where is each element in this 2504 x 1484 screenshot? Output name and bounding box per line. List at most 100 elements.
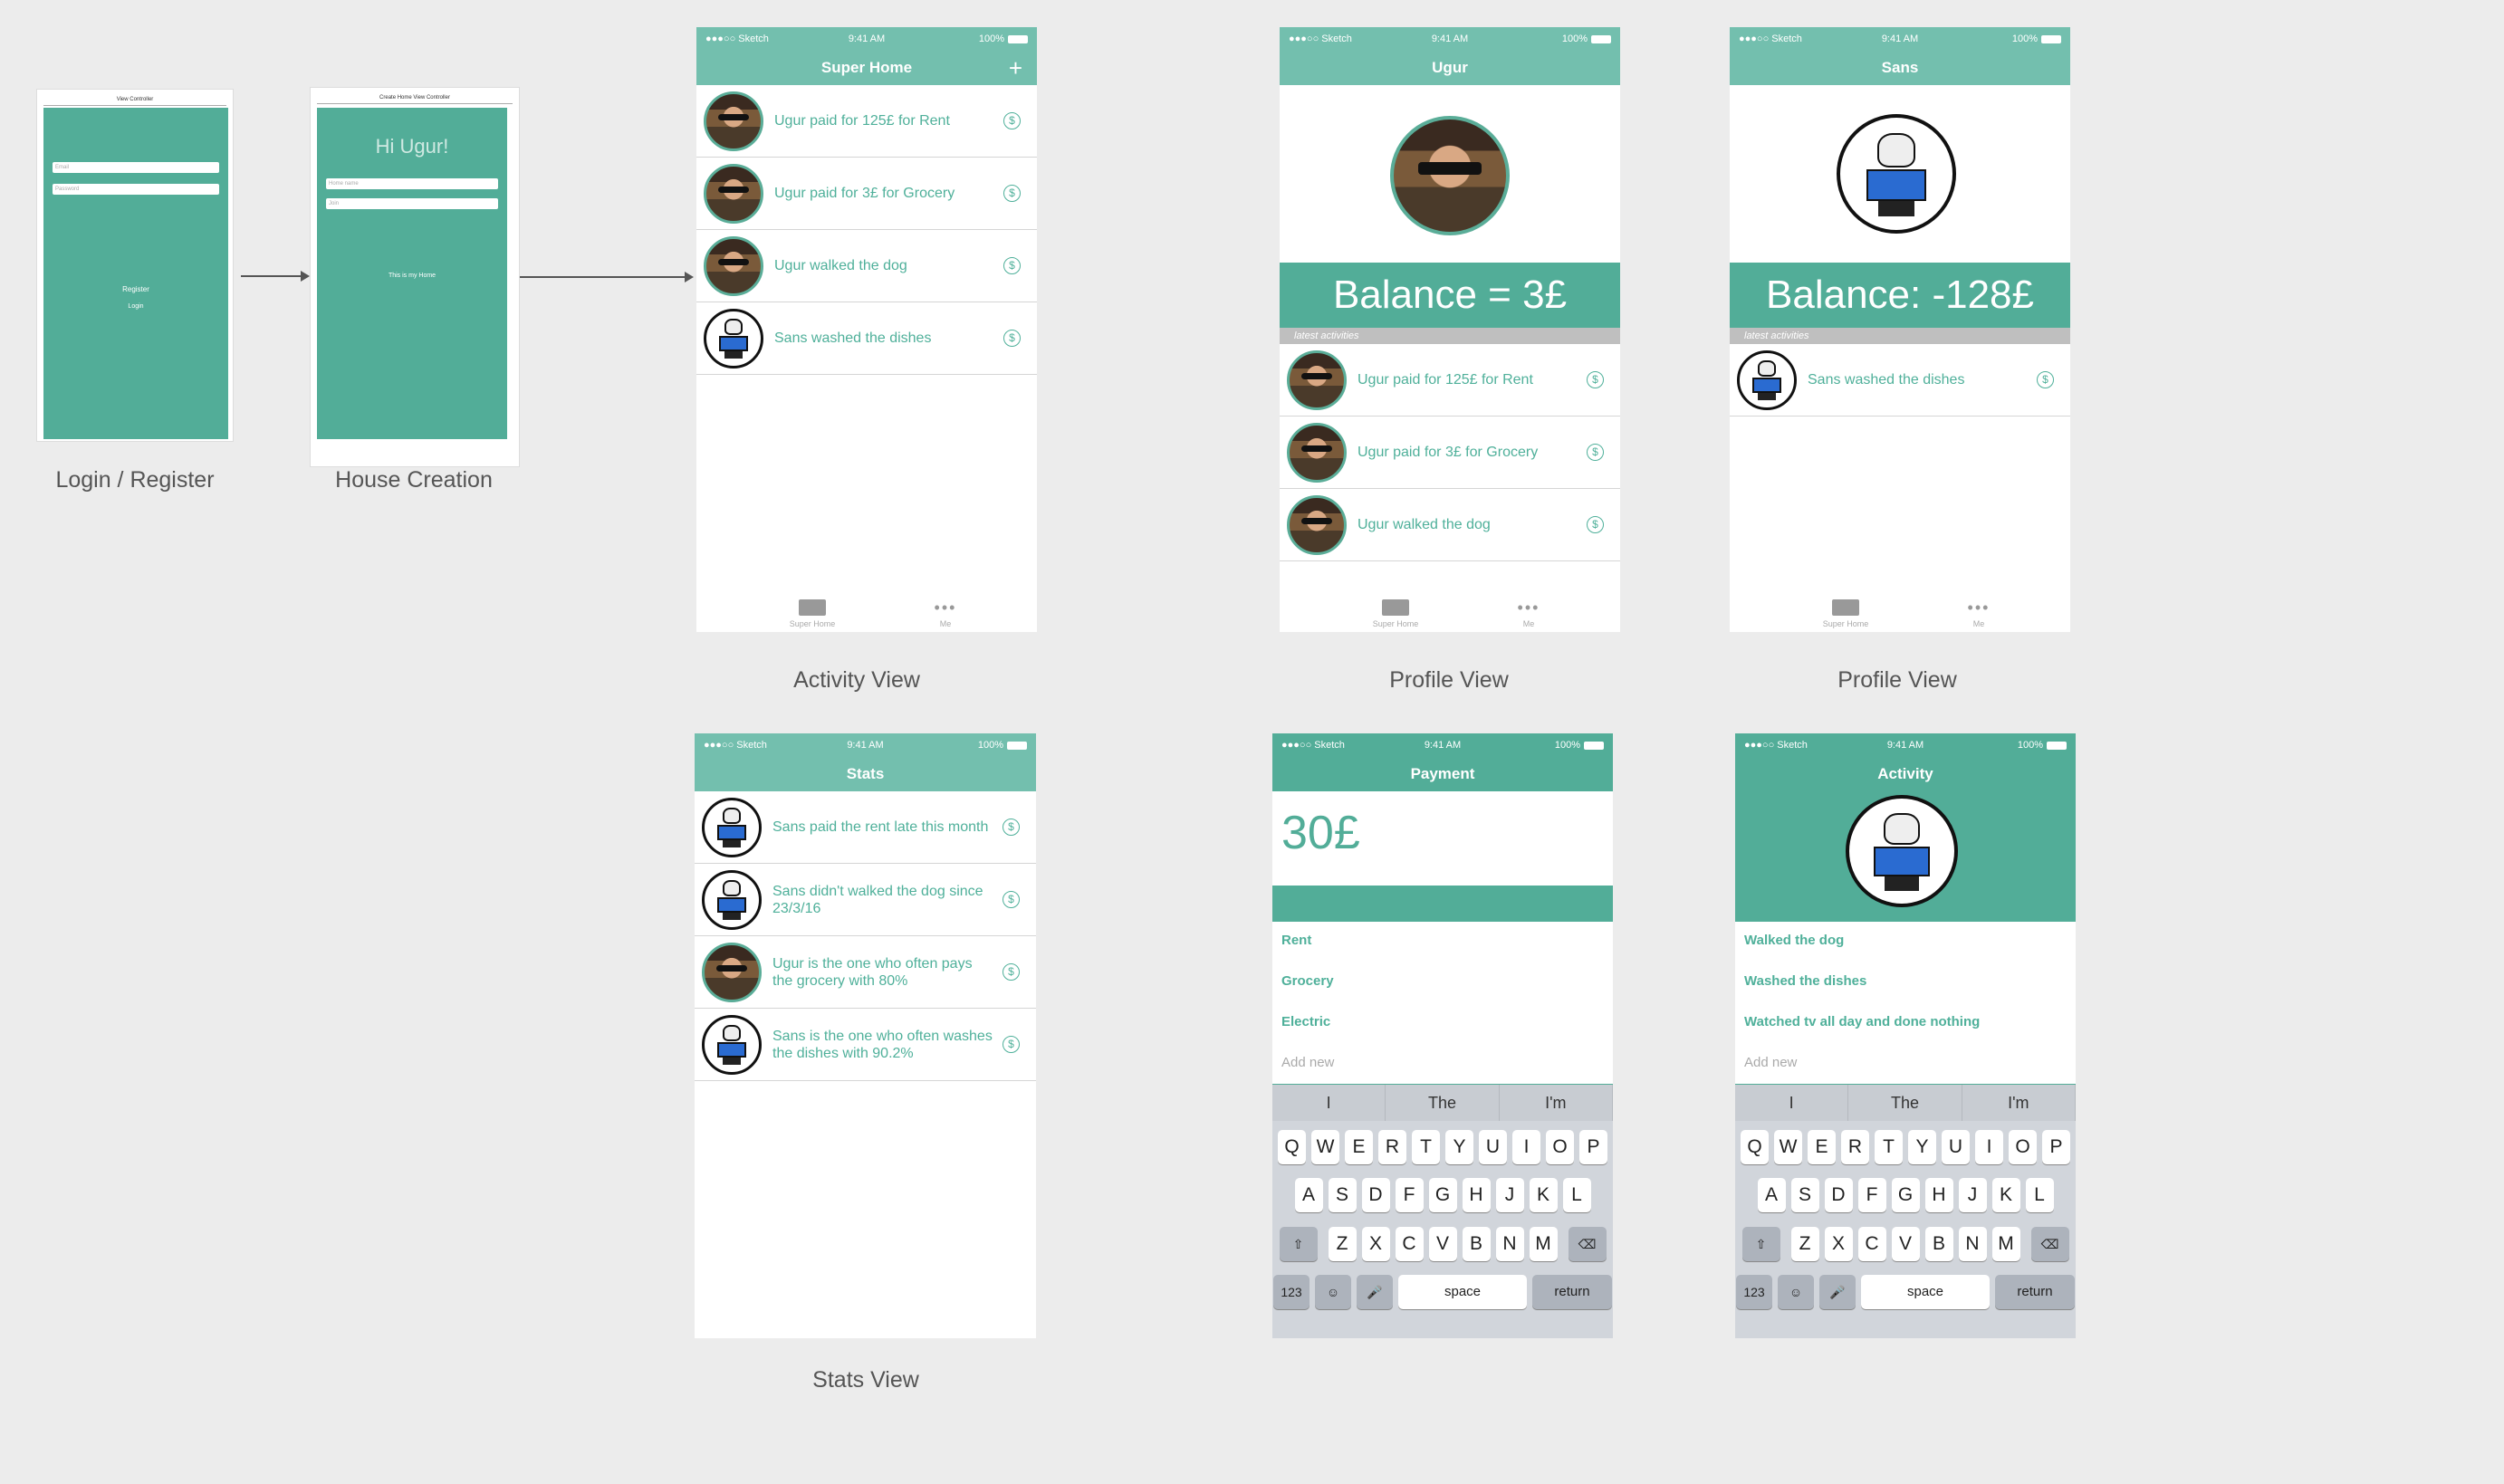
key[interactable]: W [1311, 1130, 1339, 1164]
list-item[interactable]: Sans washed the dishes $ [1730, 344, 2070, 416]
key[interactable]: Q [1741, 1130, 1769, 1164]
dollar-icon[interactable]: $ [1003, 963, 1020, 981]
tab-me[interactable]: ••• Me [1943, 599, 2015, 628]
key[interactable]: P [1579, 1130, 1607, 1164]
return-key[interactable]: return [1532, 1275, 1612, 1309]
mic-key[interactable]: 🎤 [1819, 1275, 1856, 1309]
key[interactable]: R [1378, 1130, 1406, 1164]
list-item[interactable]: Sans didn't walked the dog since 23/3/16… [695, 864, 1036, 936]
tab-me[interactable]: ••• Me [909, 599, 982, 628]
tab-super-home[interactable]: Super Home [1359, 599, 1432, 628]
register-button[interactable]: Register [43, 285, 228, 293]
shift-key[interactable]: ⇧ [1741, 1227, 1780, 1261]
key[interactable]: P [2042, 1130, 2070, 1164]
suggestion-item[interactable]: The [1848, 1085, 1962, 1121]
list-item[interactable]: Ugur walked the dog $ [1280, 489, 1620, 561]
key[interactable]: Y [1445, 1130, 1473, 1164]
category-electric[interactable]: Electric [1281, 1014, 1330, 1029]
key[interactable]: R [1841, 1130, 1869, 1164]
key[interactable]: H [1462, 1178, 1491, 1212]
suggestion-item[interactable]: I [1735, 1085, 1849, 1121]
key[interactable]: B [1924, 1227, 1953, 1261]
dollar-icon[interactable]: $ [1003, 112, 1021, 129]
key[interactable]: L [1562, 1178, 1591, 1212]
key[interactable]: A [1757, 1178, 1786, 1212]
list-item[interactable]: Ugur is the one who often pays the groce… [695, 936, 1036, 1009]
key[interactable]: U [1942, 1130, 1970, 1164]
dollar-icon[interactable]: $ [1003, 819, 1020, 836]
key[interactable]: O [2009, 1130, 2037, 1164]
dollar-icon[interactable]: $ [1587, 444, 1604, 461]
key[interactable]: B [1462, 1227, 1491, 1261]
key[interactable]: N [1495, 1227, 1524, 1261]
list-item[interactable]: Ugur paid for 3£ for Grocery $ [696, 158, 1037, 230]
key[interactable]: V [1428, 1227, 1457, 1261]
key[interactable]: J [1495, 1178, 1524, 1212]
key[interactable]: X [1824, 1227, 1853, 1261]
dollar-icon[interactable]: $ [1003, 257, 1021, 274]
key[interactable]: Y [1908, 1130, 1936, 1164]
space-key[interactable]: space [1861, 1275, 1990, 1309]
email-field[interactable]: Email [53, 162, 219, 173]
list-item[interactable]: Ugur paid for 125£ for Rent $ [1280, 344, 1620, 416]
key[interactable]: T [1412, 1130, 1440, 1164]
add-new-category[interactable]: Add new [1281, 1055, 1334, 1070]
tab-me[interactable]: ••• Me [1492, 599, 1565, 628]
key[interactable]: E [1345, 1130, 1373, 1164]
numbers-key[interactable]: 123 [1736, 1275, 1772, 1309]
tab-super-home[interactable]: Super Home [776, 599, 849, 628]
activity-walked-dog[interactable]: Walked the dog [1744, 933, 1844, 948]
activity-washed-dishes[interactable]: Washed the dishes [1744, 973, 1866, 989]
password-field[interactable]: Password [53, 184, 219, 195]
dollar-icon[interactable]: $ [1587, 516, 1604, 533]
tab-super-home[interactable]: Super Home [1809, 599, 1882, 628]
key[interactable]: S [1328, 1178, 1357, 1212]
list-item[interactable]: Sans paid the rent late this month $ [695, 791, 1036, 864]
dollar-icon[interactable]: $ [1003, 891, 1020, 908]
key[interactable]: V [1891, 1227, 1920, 1261]
home-name-field[interactable]: Home name [326, 178, 498, 189]
list-item[interactable]: Ugur paid for 3£ for Grocery $ [1280, 416, 1620, 489]
key[interactable]: K [1991, 1178, 2020, 1212]
key[interactable]: O [1546, 1130, 1574, 1164]
suggestion-item[interactable]: The [1386, 1085, 1500, 1121]
list-item[interactable]: Ugur paid for 125£ for Rent $ [696, 85, 1037, 158]
key[interactable]: M [1529, 1227, 1558, 1261]
delete-key[interactable]: ⌫ [1568, 1227, 1607, 1261]
suggestion-item[interactable]: I [1272, 1085, 1386, 1121]
space-key[interactable]: space [1398, 1275, 1527, 1309]
list-item[interactable]: Sans is the one who often washes the dis… [695, 1009, 1036, 1081]
dollar-icon[interactable]: $ [1003, 1036, 1020, 1053]
key[interactable]: I [1512, 1130, 1540, 1164]
key[interactable]: F [1857, 1178, 1886, 1212]
key[interactable]: C [1857, 1227, 1886, 1261]
emoji-key[interactable]: ☺ [1315, 1275, 1351, 1309]
key[interactable]: W [1774, 1130, 1802, 1164]
delete-key[interactable]: ⌫ [2030, 1227, 2069, 1261]
key[interactable]: N [1958, 1227, 1987, 1261]
emoji-key[interactable]: ☺ [1778, 1275, 1814, 1309]
dollar-icon[interactable]: $ [1003, 330, 1021, 347]
numbers-key[interactable]: 123 [1273, 1275, 1310, 1309]
key[interactable]: L [2025, 1178, 2054, 1212]
key[interactable]: J [1958, 1178, 1987, 1212]
key[interactable]: C [1395, 1227, 1424, 1261]
key[interactable]: E [1808, 1130, 1836, 1164]
mic-key[interactable]: 🎤 [1357, 1275, 1393, 1309]
key[interactable]: D [1361, 1178, 1390, 1212]
key[interactable]: I [1975, 1130, 2003, 1164]
key[interactable]: Z [1328, 1227, 1357, 1261]
key[interactable]: G [1428, 1178, 1457, 1212]
shift-key[interactable]: ⇧ [1279, 1227, 1318, 1261]
dollar-icon[interactable]: $ [2037, 371, 2054, 388]
list-item[interactable]: Ugur walked the dog $ [696, 230, 1037, 302]
amount-input[interactable]: 30£ [1281, 806, 1360, 860]
key[interactable]: F [1395, 1178, 1424, 1212]
key[interactable]: X [1361, 1227, 1390, 1261]
activity-watched-tv[interactable]: Watched tv all day and done nothing [1744, 1014, 1980, 1029]
key[interactable]: S [1790, 1178, 1819, 1212]
key[interactable]: G [1891, 1178, 1920, 1212]
login-button[interactable]: Login [43, 303, 228, 310]
key[interactable]: U [1479, 1130, 1507, 1164]
key[interactable]: Q [1278, 1130, 1306, 1164]
